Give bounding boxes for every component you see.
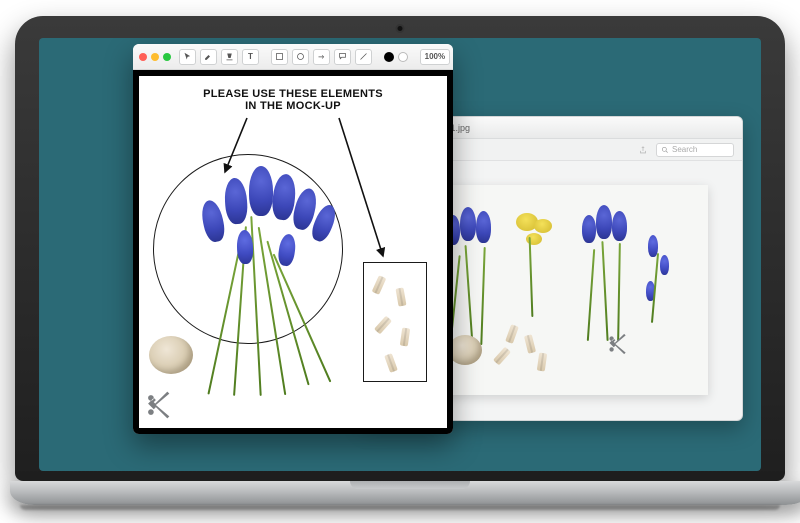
text-tool-button[interactable]: T — [242, 49, 259, 65]
pen-tool-button[interactable] — [200, 49, 217, 65]
desktop-wallpaper: flower_v01.jpg Search — [39, 38, 761, 471]
close-icon[interactable] — [139, 53, 147, 61]
laptop-camera — [398, 26, 403, 31]
zoom-level-button[interactable]: 100% — [420, 49, 450, 65]
callout-icon — [338, 52, 347, 61]
color-swatch-black[interactable] — [384, 52, 394, 62]
callout-shape-button[interactable] — [334, 49, 351, 65]
annotation-editor-window: T 100% — [133, 44, 453, 434]
editor-artboard[interactable]: PLEASE USE THESE ELEMENTS IN THE MOCK-UP — [139, 76, 447, 428]
pointer-icon — [183, 52, 192, 61]
editor-traffic-lights[interactable] — [139, 53, 171, 61]
rect-shape-button[interactable] — [271, 49, 288, 65]
twine-ball — [149, 336, 193, 374]
line-shape-button[interactable] — [355, 49, 372, 65]
pointer-tool-button[interactable] — [179, 49, 196, 65]
zoom-icon[interactable] — [163, 53, 171, 61]
highlight-icon — [225, 52, 234, 61]
minimize-icon[interactable] — [151, 53, 159, 61]
arrow-shape-button[interactable] — [313, 49, 330, 65]
square-icon — [275, 52, 284, 61]
annotation-text[interactable]: PLEASE USE THESE ELEMENTS IN THE MOCK-UP — [139, 88, 447, 112]
laptop-foot-shadow — [20, 505, 780, 510]
color-swatch-white[interactable] — [398, 52, 408, 62]
laptop-mockup: flower_v01.jpg Search — [10, 16, 790, 510]
laptop-screen-frame: flower_v01.jpg Search — [15, 16, 785, 481]
editor-stage: PLEASE USE THESE ELEMENTS IN THE MOCK-UP — [133, 70, 453, 434]
arrow-icon — [317, 52, 326, 61]
highlight-tool-button[interactable] — [221, 49, 238, 65]
share-icon[interactable] — [638, 145, 648, 155]
circle-shape-button[interactable] — [292, 49, 309, 65]
search-input[interactable]: Search — [656, 143, 734, 157]
scissors-icon — [604, 331, 630, 362]
circle-icon — [296, 52, 305, 61]
pen-icon — [204, 52, 213, 61]
scissors-icon — [141, 388, 175, 427]
search-icon — [661, 146, 669, 154]
search-placeholder: Search — [672, 145, 697, 154]
line-icon — [359, 52, 368, 61]
editor-toolbar: T 100% — [133, 44, 453, 70]
annotation-text-line2: IN THE MOCK-UP — [139, 100, 447, 112]
laptop-base — [10, 481, 800, 505]
annotation-text-line1: PLEASE USE THESE ELEMENTS — [139, 88, 447, 100]
